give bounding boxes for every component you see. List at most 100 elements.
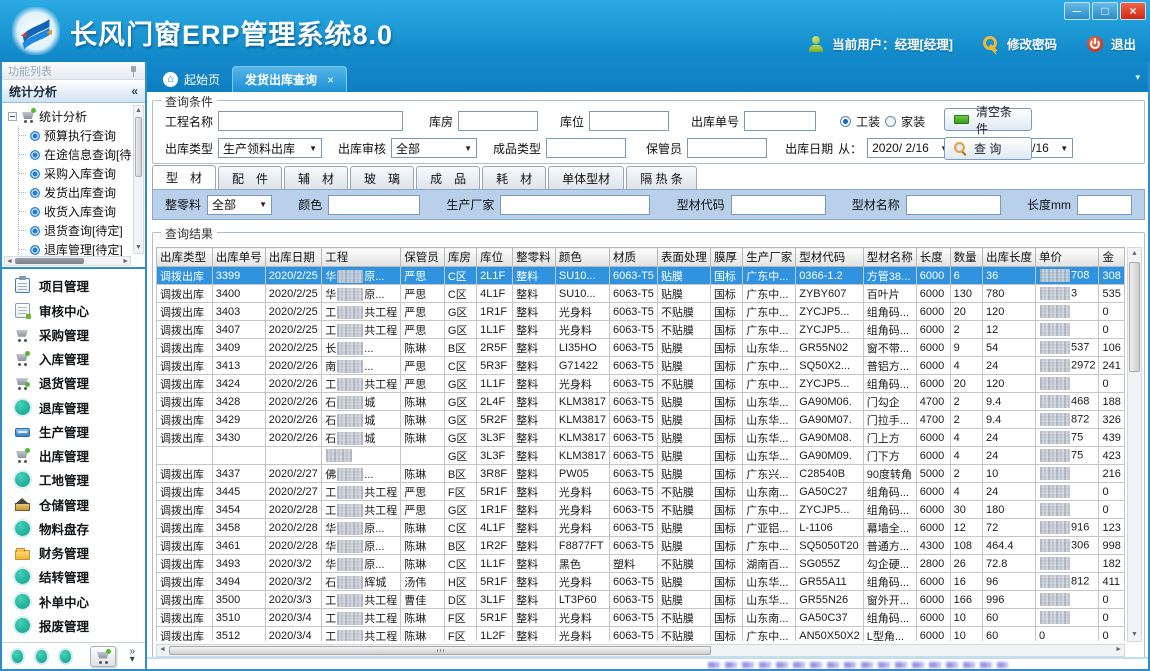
- column-header[interactable]: 长度: [916, 248, 950, 267]
- module-dot-icon[interactable]: [60, 650, 71, 663]
- sidebar-section-header[interactable]: 统计分析 «: [2, 80, 145, 103]
- column-header[interactable]: 工程: [322, 248, 401, 267]
- scroll-up-icon[interactable]: ▲: [134, 106, 143, 116]
- material-tab[interactable]: 耗 材: [482, 166, 546, 189]
- sidebar-item[interactable]: 结转管理: [15, 567, 145, 586]
- pin-icon[interactable]: [129, 65, 139, 77]
- scroll-down-icon[interactable]: ▼: [134, 243, 143, 253]
- outbound-audit-select[interactable]: 全部▼: [391, 138, 477, 158]
- column-header[interactable]: 颜色: [555, 248, 609, 267]
- scrollbar-thumb[interactable]: [15, 258, 84, 264]
- length-input[interactable]: [1077, 195, 1132, 215]
- tab-close-icon[interactable]: ×: [327, 73, 334, 87]
- sidebar-item[interactable]: 审核中心: [15, 301, 145, 320]
- sidebar-item[interactable]: 财务管理: [15, 543, 145, 562]
- search-button[interactable]: 查 询: [944, 137, 1032, 160]
- sidebar-item[interactable]: 仓储管理: [15, 495, 145, 514]
- scroll-down-icon[interactable]: ▼: [1128, 630, 1141, 640]
- profile-code-input[interactable]: [731, 195, 826, 215]
- column-header[interactable]: 出库日期: [265, 248, 322, 267]
- sidebar-item[interactable]: 出库管理: [15, 446, 145, 465]
- scrollbar-thumb[interactable]: [135, 117, 142, 177]
- table-vertical-scrollbar[interactable]: ▲ ▼: [1127, 247, 1142, 642]
- more-modules-button[interactable]: » ▾: [129, 648, 135, 664]
- table-horizontal-scrollbar[interactable]: ◄ ►: [156, 644, 1125, 657]
- column-header[interactable]: 生产厂家: [743, 248, 796, 267]
- table-row[interactable]: 调拨出库34292020/2/26石城陈琳G区5R2F整料KLM38176063…: [157, 411, 1125, 429]
- change-password-link[interactable]: 修改密码: [1007, 34, 1057, 53]
- scroll-left-icon[interactable]: ◄: [159, 645, 166, 654]
- table-row[interactable]: 调拨出库34302020/2/26石城陈琳G区3L3F整料KLM38176063…: [157, 429, 1125, 447]
- scroll-up-icon[interactable]: ▲: [1128, 249, 1141, 259]
- table-row[interactable]: 调拨出库34092020/2/25长...陈琳B区2R5F整料LI35HO606…: [157, 339, 1125, 357]
- close-button[interactable]: ×: [1120, 2, 1146, 20]
- table-row[interactable]: 调拨出库35102020/3/4工共工程陈琳F区5R1F整料光身料6063-T5…: [157, 609, 1125, 627]
- column-header[interactable]: 数量: [950, 248, 982, 267]
- table-row[interactable]: 调拨出库34032020/2/25工共工程严思G区1R1F整料光身料6063-T…: [157, 303, 1125, 321]
- table-row[interactable]: 调拨出库34072020/2/25工共工程严思G区1L1F整料光身料6063-T…: [157, 321, 1125, 339]
- table-row[interactable]: 调拨出库34452020/2/27工共工程严思F区5R1F整料光身料6063-T…: [157, 483, 1125, 501]
- column-header[interactable]: 表面处理: [657, 248, 710, 267]
- tree-horizontal-scrollbar[interactable]: ◄ ►: [4, 256, 131, 266]
- minimize-button[interactable]: ─: [1064, 2, 1090, 20]
- table-row[interactable]: G区3L3F整料KLM38176063-T5贴膜国标山东华...GA90M09.…: [157, 447, 1125, 465]
- scroll-right-icon[interactable]: ►: [122, 257, 129, 266]
- table-row[interactable]: 调拨出库33992020/2/25华原...严思C区2L1F整料SU10...6…: [157, 267, 1125, 285]
- table-row[interactable]: 调拨出库34612020/2/28华原...陈琳B区1R2F整料F8877FT6…: [157, 537, 1125, 555]
- scroll-right-icon[interactable]: ►: [1115, 645, 1122, 654]
- table-row[interactable]: 调拨出库34372020/2/27佛...陈琳B区3R8F整料PW056063-…: [157, 465, 1125, 483]
- table-row[interactable]: 调拨出库35002020/3/3工共工程曹佳D区3L1F整料LT3P606063…: [157, 591, 1125, 609]
- clear-conditions-button[interactable]: 清空条件: [944, 108, 1032, 131]
- scrollbar-thumb[interactable]: [169, 646, 711, 655]
- project-name-input[interactable]: [218, 111, 403, 131]
- logout-link[interactable]: 退出: [1111, 34, 1136, 53]
- column-header[interactable]: 出库类型: [157, 248, 213, 267]
- cart-module-button[interactable]: [90, 646, 116, 667]
- table-row[interactable]: 调拨出库34132020/2/26南...严思C区5R3F整料G71422606…: [157, 357, 1125, 375]
- tab-home[interactable]: 起始页: [151, 66, 232, 92]
- module-dot-icon[interactable]: [36, 650, 47, 663]
- tab-shipping-outbound-query[interactable]: 发货出库查询 ×: [232, 66, 347, 92]
- scrollbar-thumb[interactable]: [1129, 262, 1140, 372]
- column-header[interactable]: 金: [1099, 248, 1125, 267]
- sidebar-item[interactable]: 报废管理: [15, 616, 145, 635]
- table-row[interactable]: 调拨出库34582020/2/28华原...陈琳C区4L1F整料光身料6063-…: [157, 519, 1125, 537]
- column-header[interactable]: 整零料: [513, 248, 556, 267]
- sidebar-item[interactable]: 采购管理: [15, 325, 145, 344]
- material-tab[interactable]: 隔 热 条: [626, 166, 697, 189]
- column-header[interactable]: 出库长度: [982, 248, 1035, 267]
- keeper-input[interactable]: [687, 138, 767, 158]
- sidebar-item[interactable]: 项目管理: [15, 276, 145, 295]
- sidebar-item[interactable]: 入库管理: [15, 349, 145, 368]
- sidebar-item[interactable]: 工地管理: [15, 470, 145, 489]
- material-tab[interactable]: 型 材: [152, 165, 216, 190]
- maximize-button[interactable]: □: [1092, 2, 1118, 20]
- tab-list-dropdown-icon[interactable]: ▾: [1135, 72, 1140, 83]
- sidebar-item[interactable]: 退库管理: [15, 398, 145, 417]
- tree-item[interactable]: 退货查询[待定]: [19, 221, 131, 240]
- location-input[interactable]: [589, 111, 669, 131]
- order-no-input[interactable]: [744, 111, 816, 131]
- material-tab[interactable]: 单体型材: [548, 166, 624, 189]
- column-header[interactable]: 单价: [1035, 248, 1098, 267]
- date-from-picker[interactable]: 2020/ 2/16▼: [867, 138, 953, 158]
- module-dot-icon[interactable]: [12, 650, 23, 663]
- table-row[interactable]: 调拨出库34242020/2/26工共工程严思G区1L1F整料光身料6063-T…: [157, 375, 1125, 393]
- tree-item[interactable]: 预算执行查询: [19, 126, 131, 145]
- column-header[interactable]: 库位: [477, 248, 513, 267]
- column-header[interactable]: 材质: [609, 248, 657, 267]
- radio-jiazhuang[interactable]: [885, 116, 896, 127]
- tree-root[interactable]: 统计分析: [8, 106, 131, 126]
- tree-item[interactable]: 采购入库查询: [19, 164, 131, 183]
- material-tab[interactable]: 配 件: [218, 166, 282, 189]
- table-row[interactable]: 调拨出库34932020/3/2华原...陈琳C区1L1F整料黑色塑料不贴膜国标…: [157, 555, 1125, 573]
- table-row[interactable]: 调拨出库34002020/2/25华原...严思C区4L1F整料SU10...6…: [157, 285, 1125, 303]
- column-header[interactable]: 出库单号: [212, 248, 265, 267]
- column-header[interactable]: 膜厚: [710, 248, 742, 267]
- tree-item[interactable]: 在途信息查询[待: [19, 145, 131, 164]
- sidebar-item[interactable]: 物料盘存: [15, 519, 145, 538]
- material-tab[interactable]: 玻 璃: [350, 166, 414, 189]
- table-row[interactable]: 调拨出库34542020/2/28工共工程严思G区1R1F整料光身料6063-T…: [157, 501, 1125, 519]
- color-input[interactable]: [328, 195, 420, 215]
- tree-vertical-scrollbar[interactable]: ▲ ▼: [133, 105, 144, 254]
